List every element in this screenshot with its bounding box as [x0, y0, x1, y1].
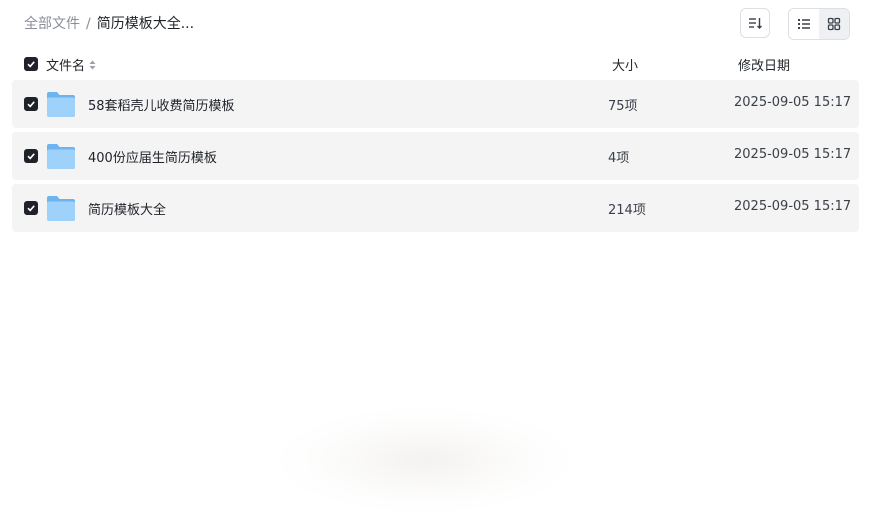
- row-checkbox[interactable]: [24, 201, 38, 215]
- table-row[interactable]: 400份应届生简历模板 4项 2025-09-05 15:17: [12, 132, 859, 180]
- breadcrumb-separator: /: [86, 16, 91, 32]
- checkmark-icon: [27, 153, 35, 160]
- file-list: 58套稻壳儿收费简历模板 75项 2025-09-05 15:17 400份应届…: [12, 80, 859, 236]
- column-header-name[interactable]: 文件名: [46, 55, 96, 74]
- file-date: 2025-09-05 15:17: [734, 95, 852, 110]
- checkbox[interactable]: [24, 57, 38, 71]
- checkmark-icon: [27, 101, 35, 108]
- select-all-checkbox[interactable]: [24, 57, 38, 71]
- sort-icon: [749, 18, 762, 29]
- breadcrumb-current-folder: 简历模板大全...: [96, 16, 195, 32]
- breadcrumb-root-link[interactable]: 全部文件: [24, 14, 80, 34]
- file-name[interactable]: 400份应届生简历模板: [88, 147, 217, 166]
- breadcrumb: 全部文件 / 简历模板大全...: [24, 14, 194, 34]
- folder-icon: [47, 92, 75, 117]
- table-header: 文件名 大小 修改日期: [12, 50, 859, 78]
- list-view-button[interactable]: [789, 9, 819, 39]
- file-size: 214项: [608, 203, 646, 218]
- file-name[interactable]: 简历模板大全: [88, 199, 166, 218]
- sort-button[interactable]: [740, 8, 770, 38]
- checkmark-icon: [27, 61, 35, 68]
- folder-icon: [47, 196, 75, 221]
- checkmark-icon: [27, 205, 35, 212]
- background-blur: [280, 408, 570, 512]
- file-size: 4项: [608, 151, 630, 166]
- grid-view-icon: [827, 17, 841, 31]
- column-header-size: 大小: [612, 59, 639, 74]
- table-row[interactable]: 58套稻壳儿收费简历模板 75项 2025-09-05 15:17: [12, 80, 859, 128]
- column-header-name-label: 文件名: [46, 59, 86, 74]
- file-browser: 全部文件 / 简历模板大全... 文件名 大小 修改日期 58套稻壳儿收费简历模…: [0, 0, 874, 514]
- sort-arrows-icon[interactable]: [89, 60, 96, 70]
- file-size: 75项: [608, 99, 638, 114]
- grid-view-button[interactable]: [819, 9, 849, 39]
- row-checkbox[interactable]: [24, 97, 38, 111]
- row-checkbox[interactable]: [24, 149, 38, 163]
- view-toggle: [788, 8, 850, 40]
- file-date: 2025-09-05 15:17: [734, 199, 852, 214]
- list-view-icon: [798, 19, 810, 29]
- file-name[interactable]: 58套稻壳儿收费简历模板: [88, 95, 235, 114]
- folder-icon: [47, 144, 75, 169]
- table-row[interactable]: 简历模板大全 214项 2025-09-05 15:17: [12, 184, 859, 232]
- column-header-date: 修改日期: [738, 59, 791, 74]
- file-date: 2025-09-05 15:17: [734, 147, 852, 162]
